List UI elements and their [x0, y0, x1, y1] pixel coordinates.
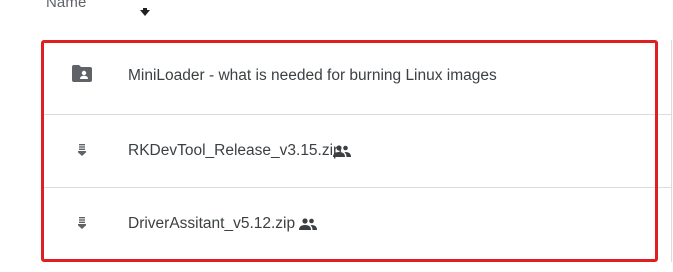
people-icon — [333, 145, 351, 157]
divider — [671, 115, 672, 188]
file-row[interactable]: MiniLoader - what is needed for burning … — [42, 40, 672, 115]
zip-file-icon — [78, 217, 86, 229]
divider — [671, 40, 672, 115]
file-list: MiniLoader - what is needed for burning … — [42, 40, 672, 272]
people-icon — [299, 218, 317, 230]
file-row[interactable]: DriverAssitant_v5.12.zip — [42, 188, 672, 262]
name-column-sort[interactable]: Name — [46, 0, 86, 11]
column-header: Name — [0, 0, 673, 30]
file-name[interactable]: RKDevTool_Release_v3.15.zip — [128, 142, 342, 160]
file-name[interactable]: MiniLoader - what is needed for burning … — [128, 67, 497, 85]
arrow-down-icon[interactable] — [140, 8, 150, 16]
zip-file-icon — [78, 144, 86, 156]
file-name[interactable]: DriverAssitant_v5.12.zip — [128, 215, 295, 233]
file-row[interactable]: RKDevTool_Release_v3.15.zip — [42, 115, 672, 188]
divider — [671, 188, 672, 262]
shared-folder-icon — [72, 65, 92, 82]
